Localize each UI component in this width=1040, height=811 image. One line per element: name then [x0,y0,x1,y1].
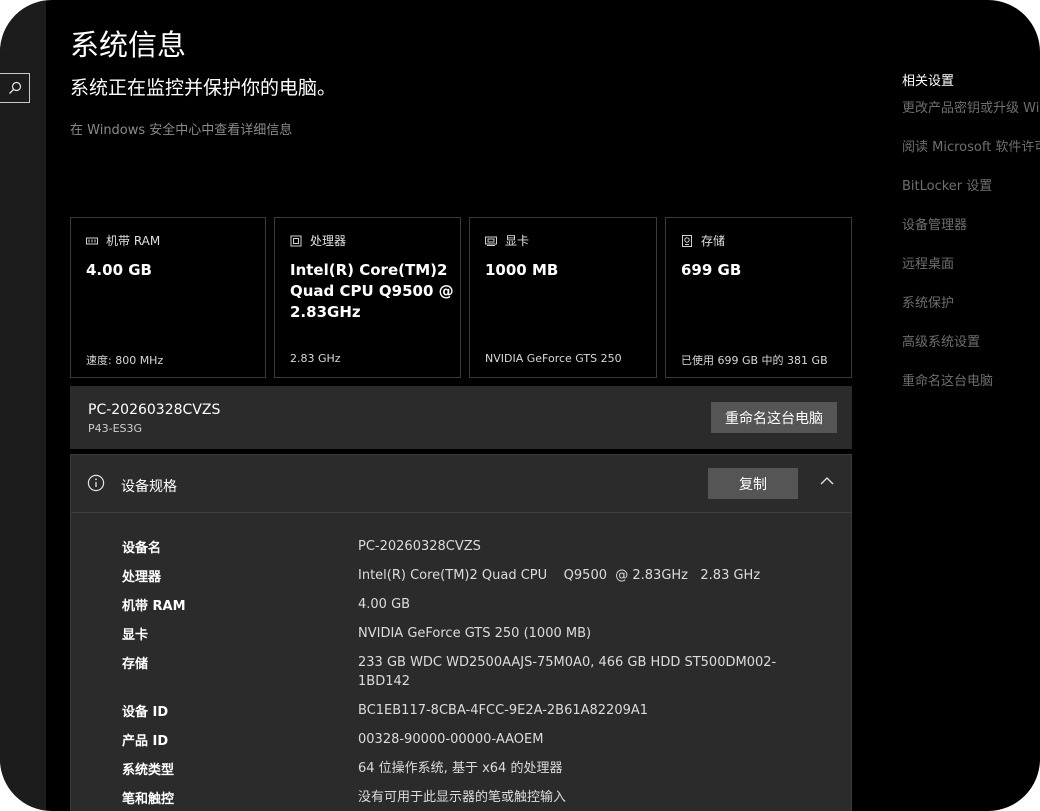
related-link-system-protection[interactable]: 系统保护 [902,292,954,311]
spec-value: 没有可用于此显示器的笔或触控输入 [358,790,567,805]
page-title: 系统信息 [70,28,187,62]
spec-value: 00328-90000-00000-AAOEM [358,732,544,747]
spec-key: 处理器 [122,570,162,585]
processor-card-label: 处理器 [310,234,347,248]
spec-key: 存储 [122,657,149,672]
info-icon [87,474,105,492]
related-settings: 相关设置 更改产品密钥或升级 Windows 阅读 Microsoft 软件许可… [902,70,1040,389]
spec-value: NVIDIA GeForce GTS 250 (1000 MB) [358,626,592,641]
device-model: P43-ES3G [88,422,143,435]
related-settings-title: 相关设置 [902,74,955,89]
security-details-link[interactable]: 在 Windows 安全中心中查看详细信息 [70,119,292,138]
storage-icon [681,234,693,247]
spec-value: 233 GB WDC WD2500AAJS-75M0A0, 466 GB HDD… [358,655,777,689]
spec-key: 产品 ID [122,734,169,749]
copy-button[interactable]: 复制 [708,468,798,499]
device-name: PC-20260328CVZS [88,402,221,418]
spec-key: 显卡 [122,628,149,643]
ram-card-footer: 速度: 800 MHz [86,354,164,367]
settings-window: 系统信息 系统正在监控并保护你的电脑。 在 Windows 安全中心中查看详细信… [0,0,1040,811]
graphics-card-value: 1000 MB [485,261,559,279]
graphics-card: 显卡 1000 MB NVIDIA GeForce GTS 250 [469,217,657,378]
spec-value: 4.00 GB [358,597,411,612]
related-link-product-key[interactable]: 更改产品密钥或升级 Windows [902,97,1040,116]
spec-key: 笔和触控 [122,792,175,807]
related-link-rename-pc[interactable]: 重命名这台电脑 [902,370,993,389]
related-link-bitlocker[interactable]: BitLocker 设置 [902,175,992,194]
processor-card-value: Intel(R) Core(TM)2 Quad CPU Q9500 @ 2.83… [290,261,454,321]
related-link-advanced-settings[interactable]: 高级系统设置 [902,331,980,350]
processor-card-footer: 2.83 GHz [290,352,341,365]
processor-card: 处理器 Intel(R) Core(TM)2 Quad CPU Q9500 @ … [274,217,461,378]
related-link-device-manager[interactable]: 设备管理器 [902,214,967,233]
device-specs-panel: 设备规格 复制 设备名 PC-20260328CVZS 处理器 Intel(R)… [70,454,852,811]
graphics-card-label: 显卡 [505,234,530,248]
chevron-up-icon[interactable] [819,475,835,487]
memory-icon [86,235,98,247]
related-link-remote-desktop[interactable]: 远程桌面 [902,253,954,272]
spec-key: 设备 ID [122,705,169,720]
ram-card-label: 机带 RAM [106,234,161,248]
storage-card-label: 存储 [701,234,726,248]
spec-value: 64 位操作系统, 基于 x64 的处理器 [358,761,563,776]
storage-card-value: 699 GB [681,261,742,279]
left-navigation-rail [0,0,46,811]
storage-card: 存储 699 GB 已使用 699 GB 中的 381 GB [665,217,852,378]
search-button[interactable] [0,73,30,103]
device-specs-header[interactable]: 设备规格 复制 [71,455,851,513]
ram-card: 机带 RAM 4.00 GB 速度: 800 MHz [70,217,266,378]
spec-value: PC-20260328CVZS [358,539,481,554]
search-icon [8,81,21,94]
spec-key: 设备名 [122,541,162,556]
summary-cards: 机带 RAM 4.00 GB 速度: 800 MHz 处理器 Intel(R) … [70,217,852,378]
spec-key: 机带 RAM [122,599,186,614]
storage-card-footer: 已使用 699 GB 中的 381 GB [681,354,828,367]
device-specs-title: 设备规格 [121,479,177,495]
spec-value: Intel(R) Core(TM)2 Quad CPU Q9500 @ 2.83… [358,568,761,583]
protection-status-text: 系统正在监控并保护你的电脑。 [70,77,337,99]
related-link-license-terms[interactable]: 阅读 Microsoft 软件许可条款 [902,136,1040,155]
ram-card-value: 4.00 GB [86,261,152,279]
processor-icon [290,235,302,247]
spec-key: 系统类型 [122,763,175,778]
graphics-card-footer: NVIDIA GeForce GTS 250 [485,352,622,365]
device-name-bar: PC-20260328CVZS P43-ES3G 重命名这台电脑 [70,386,852,449]
display-card-icon [485,235,497,247]
spec-value: BC1EB117-8CBA-4FCC-9E2A-2B61A82209A1 [358,703,649,718]
rename-pc-button[interactable]: 重命名这台电脑 [711,402,837,433]
